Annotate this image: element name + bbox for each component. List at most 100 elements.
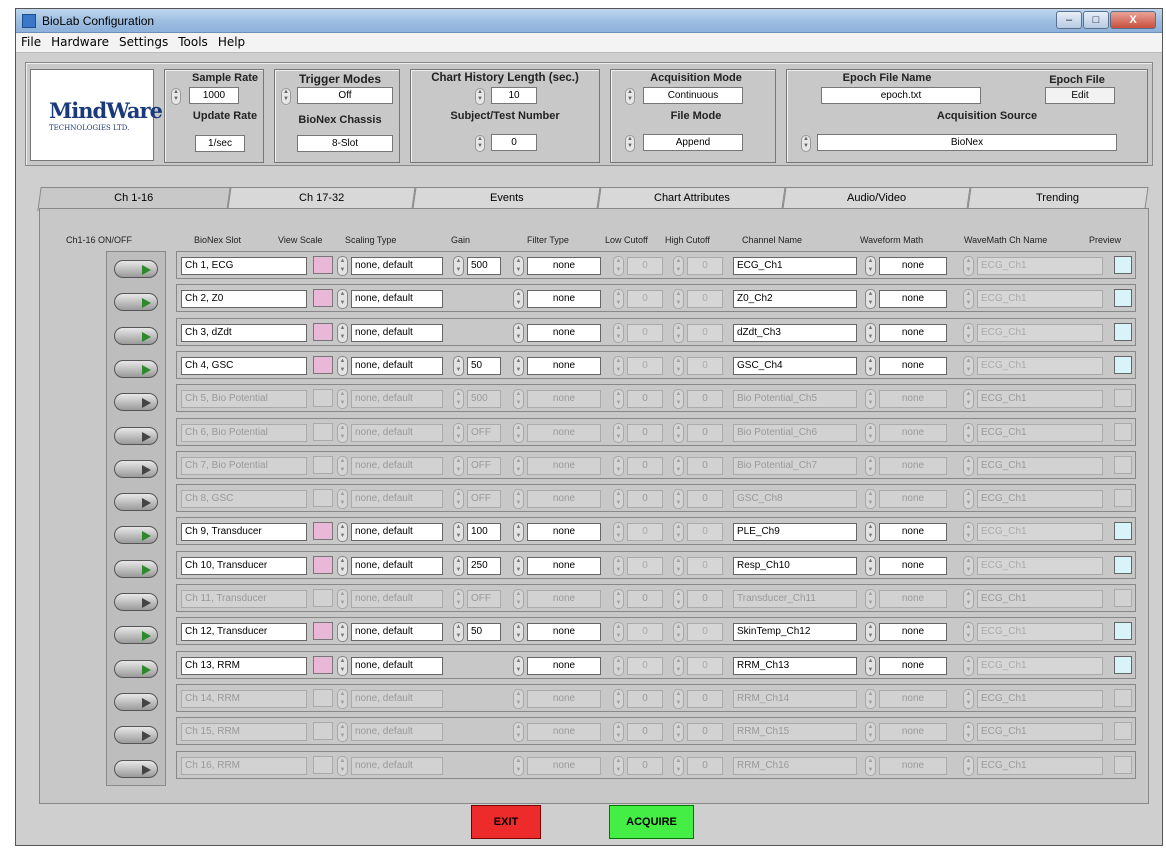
- gain-spinner[interactable]: ▲ ▼: [453, 455, 464, 476]
- preview-checkbox[interactable]: [1114, 555, 1132, 574]
- scaling-spinner[interactable]: ▲ ▼: [337, 722, 348, 743]
- preview-checkbox[interactable]: [1114, 389, 1132, 408]
- math-field[interactable]: none: [879, 423, 947, 442]
- preview-checkbox[interactable]: [1114, 589, 1132, 607]
- gain-field[interactable]: OFF: [467, 590, 501, 608]
- channel-toggle[interactable]: [114, 393, 158, 412]
- low-cutoff-field[interactable]: 0: [627, 656, 663, 675]
- gain-field[interactable]: 100: [467, 523, 501, 542]
- math-spinner[interactable]: ▲ ▼: [865, 289, 876, 310]
- view-scale-swatch[interactable]: [313, 555, 333, 574]
- scaling-field[interactable]: none, default: [351, 257, 443, 275]
- low-cutoff-spinner[interactable]: ▲ ▼: [613, 522, 624, 543]
- trigger-field[interactable]: Off: [297, 87, 393, 104]
- slot-field[interactable]: Ch 15, RRM: [181, 723, 307, 742]
- view-scale-swatch[interactable]: [313, 522, 333, 541]
- high-cutoff-field[interactable]: 0: [687, 723, 723, 742]
- filter-spinner[interactable]: ▲ ▼: [513, 422, 524, 443]
- math-name-spinner[interactable]: ▲ ▼: [963, 722, 974, 743]
- filter-spinner[interactable]: ▲ ▼: [513, 655, 524, 676]
- filter-spinner[interactable]: ▲ ▼: [513, 322, 524, 343]
- preview-checkbox[interactable]: [1114, 289, 1132, 308]
- channel-toggle[interactable]: [114, 459, 158, 478]
- channel-toggle[interactable]: [114, 293, 158, 312]
- gain-field[interactable]: 50: [467, 623, 501, 642]
- scaling-spinner[interactable]: ▲ ▼: [337, 589, 348, 609]
- channel-name-field[interactable]: RRM_Ch16: [733, 756, 857, 775]
- filter-field[interactable]: none: [527, 590, 601, 608]
- filter-spinner[interactable]: ▲ ▼: [513, 455, 524, 476]
- filter-spinner[interactable]: ▲ ▼: [513, 289, 524, 310]
- filter-spinner[interactable]: ▲ ▼: [513, 688, 524, 709]
- high-cutoff-spinner[interactable]: ▲ ▼: [673, 256, 684, 276]
- channel-name-field[interactable]: RRM_Ch14: [733, 689, 857, 708]
- high-cutoff-field[interactable]: 0: [687, 590, 723, 608]
- scaling-field[interactable]: none, default: [351, 623, 443, 642]
- scaling-spinner[interactable]: ▲ ▼: [337, 256, 348, 276]
- close-button[interactable]: X: [1110, 11, 1156, 29]
- math-name-spinner[interactable]: ▲ ▼: [963, 455, 974, 476]
- math-spinner[interactable]: ▲ ▼: [865, 455, 876, 476]
- channel-toggle[interactable]: [114, 593, 158, 611]
- high-cutoff-field[interactable]: 0: [687, 323, 723, 342]
- math-spinner[interactable]: ▲ ▼: [865, 688, 876, 709]
- preview-checkbox[interactable]: [1114, 422, 1132, 441]
- math-spinner[interactable]: ▲ ▼: [865, 256, 876, 276]
- filter-field[interactable]: none: [527, 656, 601, 675]
- channel-toggle[interactable]: [114, 260, 158, 278]
- math-spinner[interactable]: ▲ ▼: [865, 589, 876, 609]
- filter-spinner[interactable]: ▲ ▼: [513, 755, 524, 776]
- low-cutoff-field[interactable]: 0: [627, 390, 663, 409]
- math-name-spinner[interactable]: ▲ ▼: [963, 655, 974, 676]
- math-name-field[interactable]: ECG_Ch1: [977, 456, 1103, 475]
- view-scale-swatch[interactable]: [313, 489, 333, 508]
- math-field[interactable]: none: [879, 490, 947, 509]
- math-name-spinner[interactable]: ▲ ▼: [963, 555, 974, 576]
- low-cutoff-spinner[interactable]: ▲ ▼: [613, 722, 624, 743]
- file-mode-spinner[interactable]: ▲ ▼: [625, 135, 635, 152]
- scaling-field[interactable]: none, default: [351, 490, 443, 509]
- math-name-spinner[interactable]: ▲ ▼: [963, 622, 974, 643]
- high-cutoff-field[interactable]: 0: [687, 756, 723, 775]
- preview-checkbox[interactable]: [1114, 622, 1132, 641]
- filter-spinner[interactable]: ▲ ▼: [513, 256, 524, 276]
- chassis-field[interactable]: 8-Slot: [297, 135, 393, 152]
- math-name-spinner[interactable]: ▲ ▼: [963, 688, 974, 709]
- scaling-spinner[interactable]: ▲ ▼: [337, 455, 348, 476]
- high-cutoff-field[interactable]: 0: [687, 257, 723, 275]
- high-cutoff-field[interactable]: 0: [687, 356, 723, 375]
- low-cutoff-spinner[interactable]: ▲ ▼: [613, 322, 624, 343]
- scaling-field[interactable]: none, default: [351, 689, 443, 708]
- filter-field[interactable]: none: [527, 423, 601, 442]
- slot-field[interactable]: Ch 7, Bio Potential: [181, 456, 307, 475]
- scaling-spinner[interactable]: ▲ ▼: [337, 688, 348, 709]
- filter-field[interactable]: none: [527, 623, 601, 642]
- tab-trending[interactable]: Trending: [967, 187, 1149, 209]
- channel-name-field[interactable]: Transducer_Ch11: [733, 590, 857, 608]
- scaling-field[interactable]: none, default: [351, 390, 443, 409]
- scaling-spinner[interactable]: ▲ ▼: [337, 422, 348, 443]
- slot-field[interactable]: Ch 2, Z0: [181, 290, 307, 309]
- view-scale-swatch[interactable]: [313, 355, 333, 374]
- high-cutoff-spinner[interactable]: ▲ ▼: [673, 489, 684, 510]
- scaling-field[interactable]: none, default: [351, 756, 443, 775]
- preview-checkbox[interactable]: [1114, 322, 1132, 341]
- filter-field[interactable]: none: [527, 456, 601, 475]
- math-field[interactable]: none: [879, 356, 947, 375]
- gain-spinner[interactable]: ▲ ▼: [453, 355, 464, 376]
- scaling-spinner[interactable]: ▲ ▼: [337, 489, 348, 510]
- high-cutoff-spinner[interactable]: ▲ ▼: [673, 755, 684, 776]
- filter-spinner[interactable]: ▲ ▼: [513, 355, 524, 376]
- view-scale-swatch[interactable]: [313, 688, 333, 707]
- math-spinner[interactable]: ▲ ▼: [865, 722, 876, 743]
- math-spinner[interactable]: ▲ ▼: [865, 555, 876, 576]
- gain-field[interactable]: OFF: [467, 423, 501, 442]
- view-scale-swatch[interactable]: [313, 755, 333, 774]
- slot-field[interactable]: Ch 11, Transducer: [181, 590, 307, 608]
- low-cutoff-field[interactable]: 0: [627, 590, 663, 608]
- view-scale-swatch[interactable]: [313, 289, 333, 308]
- low-cutoff-spinner[interactable]: ▲ ▼: [613, 589, 624, 609]
- high-cutoff-spinner[interactable]: ▲ ▼: [673, 589, 684, 609]
- math-name-field[interactable]: ECG_Ch1: [977, 323, 1103, 342]
- scaling-field[interactable]: none, default: [351, 656, 443, 675]
